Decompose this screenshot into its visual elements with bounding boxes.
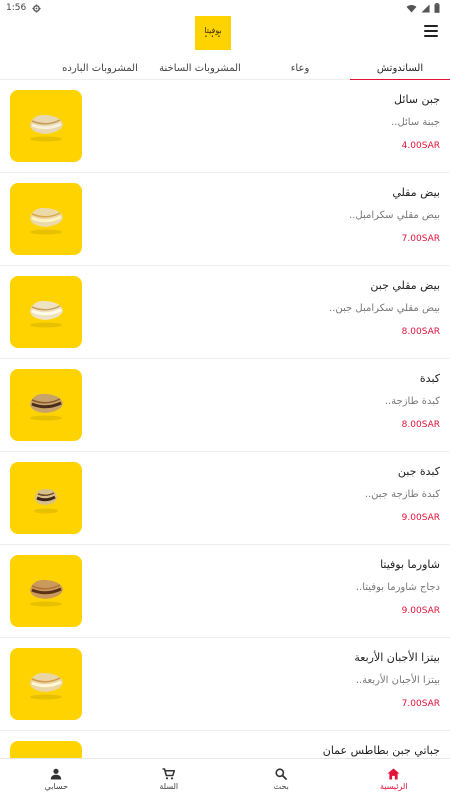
product-description: كبدة طازجة.. (384, 396, 440, 407)
nav-search[interactable]: بحث (225, 759, 338, 800)
logo-decoration: • • • (204, 33, 222, 40)
product-item[interactable]: كبدة كبدة طازجة.. 8.00SAR (0, 359, 450, 452)
product-name: كبدة جبن (397, 465, 440, 478)
cart-icon (162, 768, 176, 780)
nav-label: الرئيسية (379, 782, 408, 791)
product-image (10, 462, 82, 534)
product-price: 8.00SAR (401, 420, 440, 430)
product-item[interactable]: جباتي جبن بطاطس عمان (0, 731, 450, 758)
wifi-icon (406, 4, 417, 13)
product-price: 7.00SAR (401, 699, 440, 709)
product-name: بيتزا الأجبان الأربعة (354, 651, 440, 664)
tab-hot-drinks[interactable]: المشروبات الساخنة (150, 56, 250, 80)
tab-sandwich[interactable]: الساندوتش (350, 56, 450, 81)
product-price: 9.00SAR (401, 606, 440, 616)
product-item[interactable]: بيض مقلي بيض مقلي سكرامبل.. 7.00SAR (0, 173, 450, 266)
product-name: بيض مقلي (392, 186, 440, 199)
product-list[interactable]: جبن سائل جبنة سائل.. 4.00SAR بيض مقلي بي… (0, 80, 450, 758)
product-description: كبدة طازجة جبن.. (364, 489, 440, 500)
product-price: 7.00SAR (401, 234, 440, 244)
product-item[interactable]: كبدة جبن كبدة طازجة جبن.. 9.00SAR (0, 452, 450, 545)
bofita-logo[interactable]: بوفيتا • • • (195, 16, 231, 50)
product-image (10, 369, 82, 441)
nav-cart[interactable]: السلة (113, 759, 226, 800)
status-right (406, 3, 440, 13)
cellular-signal-icon (421, 3, 430, 13)
settings-notification-icon (32, 3, 41, 13)
nav-home[interactable]: الرئيسية (338, 759, 450, 800)
product-description: بيض مقلي سكرامبل.. (349, 210, 440, 221)
battery-icon (434, 3, 440, 13)
nav-label: حسابي (44, 782, 68, 791)
product-item[interactable]: شاورما بوفيتا دجاج شاورما بوفيتا.. 9.00S… (0, 545, 450, 638)
tab-label: وعاء (290, 62, 310, 74)
category-tabs: الساندوتش وعاء المشروبات الساخنة المشروب… (0, 56, 450, 81)
nav-label: بحث (273, 782, 289, 791)
top-app-bar: بوفيتا • • • (0, 16, 450, 56)
tab-label: المشروبات الساخنة (159, 62, 241, 74)
product-image (10, 555, 82, 627)
hamburger-menu-icon[interactable] (424, 25, 438, 37)
home-icon (387, 768, 400, 780)
product-price: 4.00SAR (401, 141, 440, 151)
tab-cold-drinks[interactable]: المشروبات البارده (50, 56, 150, 80)
nav-label: السلة (159, 782, 179, 791)
product-name: شاورما بوفيتا (380, 558, 440, 571)
product-name: كبدة (419, 372, 440, 385)
product-image (10, 90, 82, 162)
product-image (10, 741, 82, 758)
product-item[interactable]: بيتزا الأجبان الأربعة بيتزا الأجبان الأر… (0, 638, 450, 731)
product-name: بيض مقلي جبن (370, 279, 440, 292)
tab-label: الساندوتش (376, 62, 424, 74)
product-name: جباتي جبن بطاطس عمان (322, 744, 440, 757)
account-icon (50, 768, 62, 780)
product-name: جبن سائل (394, 93, 440, 106)
tab-label: المشروبات البارده (62, 62, 138, 74)
bottom-navigation: الرئيسية بحث السلة حسابي (0, 758, 450, 800)
status-time: 1:56 (6, 3, 27, 13)
product-item[interactable]: بيض مقلي جبن بيض مقلي سكرامبل جبن.. 8.00… (0, 266, 450, 359)
product-price: 9.00SAR (401, 513, 440, 523)
product-price: 8.00SAR (401, 327, 440, 337)
product-description: بيض مقلي سكرامبل جبن.. (329, 303, 440, 314)
product-image (10, 183, 82, 255)
product-description: جبنة سائل.. (391, 117, 440, 128)
product-image (10, 276, 82, 348)
status-bar: 1:56 (0, 0, 450, 16)
status-left: 1:56 (6, 3, 41, 13)
product-description: بيتزا الأجبان الأربعة.. (355, 675, 440, 686)
product-item[interactable]: جبن سائل جبنة سائل.. 4.00SAR (0, 80, 450, 173)
search-icon (275, 768, 288, 780)
tab-bowl[interactable]: وعاء (250, 56, 350, 80)
product-image (10, 648, 82, 720)
product-description: دجاج شاورما بوفيتا.. (355, 582, 440, 593)
nav-account[interactable]: حسابي (0, 759, 113, 800)
